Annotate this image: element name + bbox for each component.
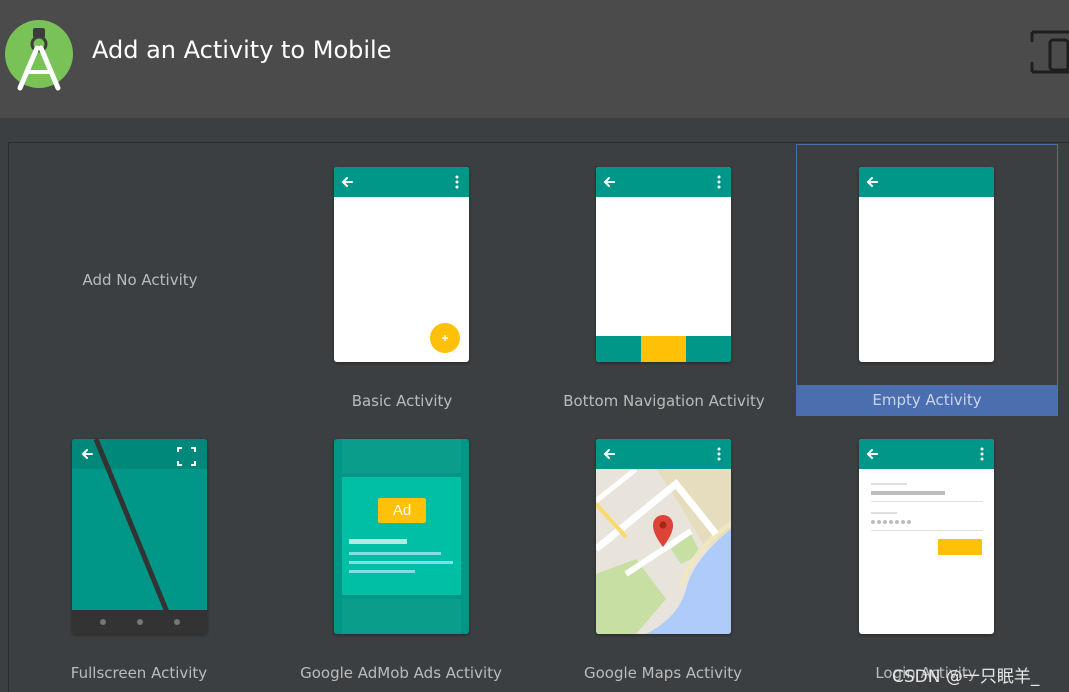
template-label-fullscreen: Fullscreen Activity — [70, 664, 208, 682]
overflow-menu-icon — [980, 447, 984, 461]
template-label: Bottom Navigation Activity — [563, 392, 765, 410]
device-icon — [1030, 30, 1069, 74]
template-preview — [596, 167, 731, 362]
overflow-menu-icon — [717, 175, 721, 189]
template-preview — [859, 167, 994, 362]
dialog-title: Add an Activity to Mobile — [92, 36, 392, 64]
template-bottom-navigation-activity[interactable]: Bottom Navigation Activity — [533, 143, 795, 415]
template-preview — [72, 439, 207, 634]
template-basic-activity[interactable]: Basic Activity — [271, 143, 533, 415]
template-label: Empty Activity — [796, 385, 1058, 415]
template-add-no-activity[interactable]: Add No Activity — [9, 143, 271, 415]
ad-badge: Ad — [392, 502, 412, 519]
template-empty-activity[interactable]: Empty Activity — [796, 144, 1058, 416]
dialog-header: Add an Activity to Mobile — [0, 0, 1069, 118]
template-preview — [334, 167, 469, 362]
android-studio-logo-icon — [5, 20, 73, 91]
template-label-maps: Google Maps Activity — [584, 664, 742, 682]
template-fullscreen-activity[interactable] — [9, 415, 271, 687]
template-preview — [859, 439, 994, 634]
watermark: CSDN @一只眠羊_ — [892, 667, 1040, 687]
template-gallery: Add No Activity Basic Activity Bottom Na… — [8, 142, 1069, 692]
template-preview — [596, 439, 731, 634]
template-google-maps-activity[interactable] — [533, 415, 795, 687]
template-google-admob-ads-activity[interactable]: Ad — [271, 415, 533, 687]
overflow-menu-icon — [717, 447, 721, 461]
template-label: Add No Activity — [82, 271, 198, 289]
template-preview: Ad — [334, 439, 469, 634]
fab-add-icon — [430, 323, 460, 353]
header-separator — [0, 118, 1069, 142]
template-label-admob: Google AdMob Ads Activity — [300, 664, 502, 682]
template-label: Basic Activity — [351, 392, 453, 410]
overflow-menu-icon — [455, 175, 459, 189]
template-login-activity[interactable] — [796, 415, 1058, 687]
